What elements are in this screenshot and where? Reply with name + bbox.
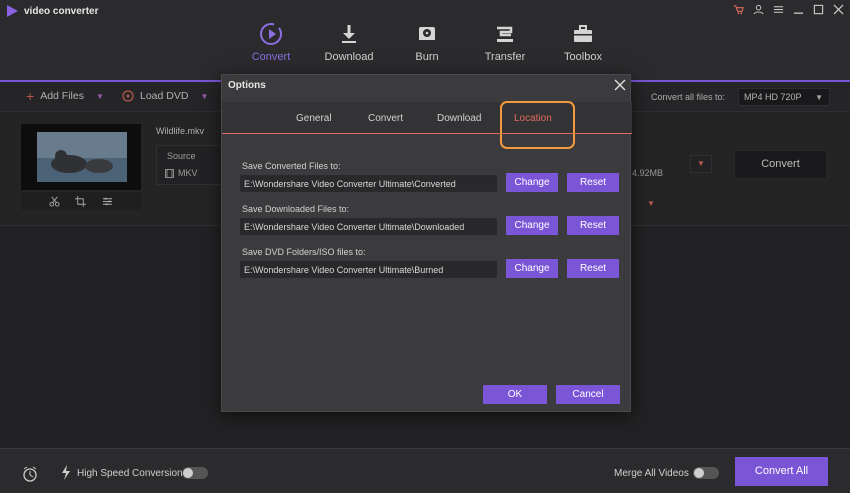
schedule-clock-icon[interactable] — [22, 466, 38, 482]
nav-toolbox-label: Toolbox — [564, 51, 602, 63]
burn-icon — [419, 27, 435, 42]
burned-path-field[interactable]: E:\Wondershare Video Converter Ultimate\… — [240, 261, 497, 278]
account-icon[interactable] — [753, 4, 764, 15]
nav-convert[interactable]: Convert — [232, 22, 310, 63]
app-logo-icon — [7, 5, 18, 17]
downloaded-path-field[interactable]: E:\Wondershare Video Converter Ultimate\… — [240, 218, 497, 235]
tab-convert[interactable]: Convert — [368, 113, 403, 124]
dialog-close-icon[interactable] — [614, 79, 626, 91]
nav-transfer-label: Transfer — [484, 51, 526, 63]
main-nav: Convert Download Burn Transfer Toolbox — [232, 22, 622, 63]
tab-download[interactable]: Download — [437, 113, 481, 124]
high-speed-label: High Speed Conversion — [77, 468, 183, 479]
nav-transfer[interactable]: Transfer — [466, 22, 544, 63]
location-tab-highlight — [500, 101, 575, 149]
maximize-icon[interactable] — [813, 4, 824, 15]
convert-icon — [260, 23, 282, 45]
converted-reset-button[interactable]: Reset — [567, 173, 619, 192]
downloaded-reset-button[interactable]: Reset — [567, 216, 619, 235]
converted-path-label: Save Converted Files to: — [242, 161, 341, 171]
options-dialog: Options General Convert Download Locatio… — [221, 74, 632, 412]
downloaded-change-button[interactable]: Change — [506, 216, 558, 235]
window-controls — [733, 4, 844, 15]
transfer-icon — [497, 26, 513, 42]
ok-button[interactable]: OK — [483, 385, 547, 404]
converted-path-field[interactable]: E:\Wondershare Video Converter Ultimate\… — [240, 175, 497, 192]
cancel-button[interactable]: Cancel — [556, 385, 620, 404]
nav-toolbox[interactable]: Toolbox — [544, 22, 622, 63]
cart-icon[interactable] — [733, 4, 744, 15]
nav-burn[interactable]: Burn — [388, 22, 466, 63]
close-icon[interactable] — [833, 4, 844, 15]
merge-videos-toggle[interactable] — [693, 467, 719, 479]
burned-path-label: Save DVD Folders/ISO files to: — [242, 247, 366, 257]
top-bar: video converter Convert Download Burn Tr… — [0, 0, 850, 80]
app-name: video converter — [24, 5, 99, 17]
convert-all-button[interactable]: Convert All — [735, 457, 828, 486]
merge-videos-label: Merge All Videos — [614, 468, 689, 479]
burned-change-button[interactable]: Change — [506, 259, 558, 278]
lightning-icon — [62, 465, 70, 480]
minimize-icon[interactable] — [793, 4, 804, 15]
download-icon — [342, 25, 356, 43]
bottom-bar: High Speed Conversion Merge All Videos C… — [0, 448, 850, 493]
nav-download-label: Download — [324, 51, 374, 63]
converted-change-button[interactable]: Change — [506, 173, 558, 192]
menu-icon[interactable] — [773, 4, 784, 15]
app-title: video converter — [6, 5, 98, 17]
burned-reset-button[interactable]: Reset — [567, 259, 619, 278]
toolbox-icon — [574, 25, 592, 42]
dialog-title: Options — [228, 80, 266, 91]
nav-burn-label: Burn — [415, 51, 439, 63]
nav-download[interactable]: Download — [310, 22, 388, 63]
tab-general[interactable]: General — [296, 113, 332, 124]
downloaded-path-label: Save Downloaded Files to: — [242, 204, 350, 214]
nav-convert-label: Convert — [251, 51, 291, 63]
high-speed-toggle[interactable] — [182, 467, 208, 479]
